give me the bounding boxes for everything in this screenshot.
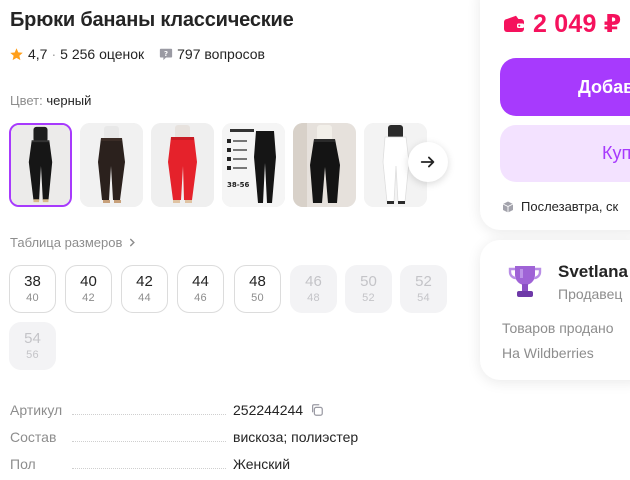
color-value: черный xyxy=(46,93,92,108)
size-value: 42 xyxy=(136,273,153,290)
spec-leader-dots xyxy=(72,468,226,469)
size-ru-value: 42 xyxy=(82,292,95,304)
seller-name[interactable]: Svetlana xyxy=(558,262,628,282)
rating-value[interactable]: 4,7 xyxy=(28,46,47,62)
box-icon xyxy=(502,201,514,213)
next-thumbnails-button[interactable] xyxy=(408,142,448,182)
svg-text:38-56: 38-56 xyxy=(227,181,250,189)
size-option-42[interactable]: 42 44 xyxy=(121,265,168,313)
rating-row: 4,7 · 5 256 оценок ? 797 вопросов xyxy=(9,46,265,62)
size-value: 54 xyxy=(24,330,41,347)
seller-sold-label: Товаров продано xyxy=(502,320,614,336)
copy-icon[interactable] xyxy=(310,403,324,417)
size-table-link[interactable]: Таблица размеров xyxy=(10,235,137,250)
size-value: 38 xyxy=(24,273,41,290)
size-option-48[interactable]: 48 50 xyxy=(234,265,281,313)
size-value: 50 xyxy=(360,273,377,290)
question-bubble-icon: ? xyxy=(159,47,173,61)
size-ru-value: 44 xyxy=(138,292,151,304)
size-option-46-unavailable[interactable]: 46 48 xyxy=(290,265,337,313)
size-selector: 38 40 40 42 42 44 44 46 48 50 46 48 50 5… xyxy=(9,265,449,375)
thumbnail-black-size-chart[interactable]: 38-56 xyxy=(222,123,285,207)
seller-role: Продавец xyxy=(558,286,623,302)
wallet-icon xyxy=(503,15,525,33)
price-row: 2 049 ₽ xyxy=(503,9,621,39)
rating-separator: · xyxy=(51,46,57,62)
thumbnail-black[interactable] xyxy=(9,123,72,207)
size-ru-value: 52 xyxy=(362,292,375,304)
size-ru-value: 46 xyxy=(194,292,207,304)
size-ru-value: 54 xyxy=(417,292,430,304)
buy-now-button[interactable]: Куп xyxy=(500,125,630,182)
thumbnail-red[interactable] xyxy=(151,123,214,207)
thumbnail-dark-brown[interactable] xyxy=(80,123,143,207)
spec-row-article: Артикул 252244244 xyxy=(10,402,390,429)
arrow-right-icon xyxy=(419,153,437,171)
size-option-44[interactable]: 44 46 xyxy=(177,265,224,313)
product-page: Брюки бананы классические 4,7 · 5 256 оц… xyxy=(0,0,630,480)
size-option-54-unavailable[interactable]: 54 56 xyxy=(9,322,56,370)
size-ru-value: 56 xyxy=(26,349,39,361)
spec-value: вискоза; полиэстер xyxy=(233,429,359,445)
svg-text:?: ? xyxy=(164,50,168,58)
chevron-right-icon xyxy=(128,238,137,247)
seller-since-label: На Wildberries xyxy=(502,345,594,361)
size-option-52-unavailable[interactable]: 52 54 xyxy=(400,265,447,313)
spec-key: Пол xyxy=(10,456,40,472)
size-value: 40 xyxy=(80,273,97,290)
size-option-38[interactable]: 38 40 xyxy=(9,265,56,313)
product-specs: Артикул 252244244 Состав вискоза; полиэс… xyxy=(10,402,390,480)
spec-key: Состав xyxy=(10,429,61,445)
size-option-40[interactable]: 40 42 xyxy=(65,265,112,313)
size-value: 44 xyxy=(192,273,209,290)
color-selector-label: Цвет: черный xyxy=(10,93,91,108)
size-value: 46 xyxy=(305,273,322,290)
size-table-label: Таблица размеров xyxy=(10,235,123,250)
size-option-50-unavailable[interactable]: 50 52 xyxy=(345,265,392,313)
spec-leader-dots xyxy=(72,441,226,442)
spec-leader-dots xyxy=(72,414,226,415)
delivery-info: Послезавтра, ск xyxy=(502,199,618,214)
price: 2 049 ₽ xyxy=(533,10,622,38)
questions-count[interactable]: 797 вопросов xyxy=(177,46,265,62)
spec-row-gender: Пол Женский xyxy=(10,456,390,480)
delivery-text: Послезавтра, ск xyxy=(521,199,619,214)
product-title: Брюки бананы классические xyxy=(10,9,294,31)
star-icon xyxy=(9,47,24,62)
spec-key: Артикул xyxy=(10,402,67,418)
size-ru-value: 50 xyxy=(251,292,264,304)
spec-value-article: 252244244 xyxy=(233,402,324,418)
trophy-icon xyxy=(507,262,543,300)
reviews-count[interactable]: 5 256 оценок xyxy=(60,46,144,62)
thumbnail-black-wide[interactable] xyxy=(293,123,356,207)
color-label: Цвет: xyxy=(10,93,43,108)
size-ru-value: 48 xyxy=(307,292,320,304)
spec-value: Женский xyxy=(233,456,291,472)
spec-row-composition: Состав вискоза; полиэстер xyxy=(10,429,390,456)
size-ru-value: 40 xyxy=(26,292,39,304)
size-value: 48 xyxy=(249,273,266,290)
article-number: 252244244 xyxy=(233,402,304,418)
size-value: 52 xyxy=(415,273,432,290)
add-to-cart-button[interactable]: Добав xyxy=(500,58,630,116)
